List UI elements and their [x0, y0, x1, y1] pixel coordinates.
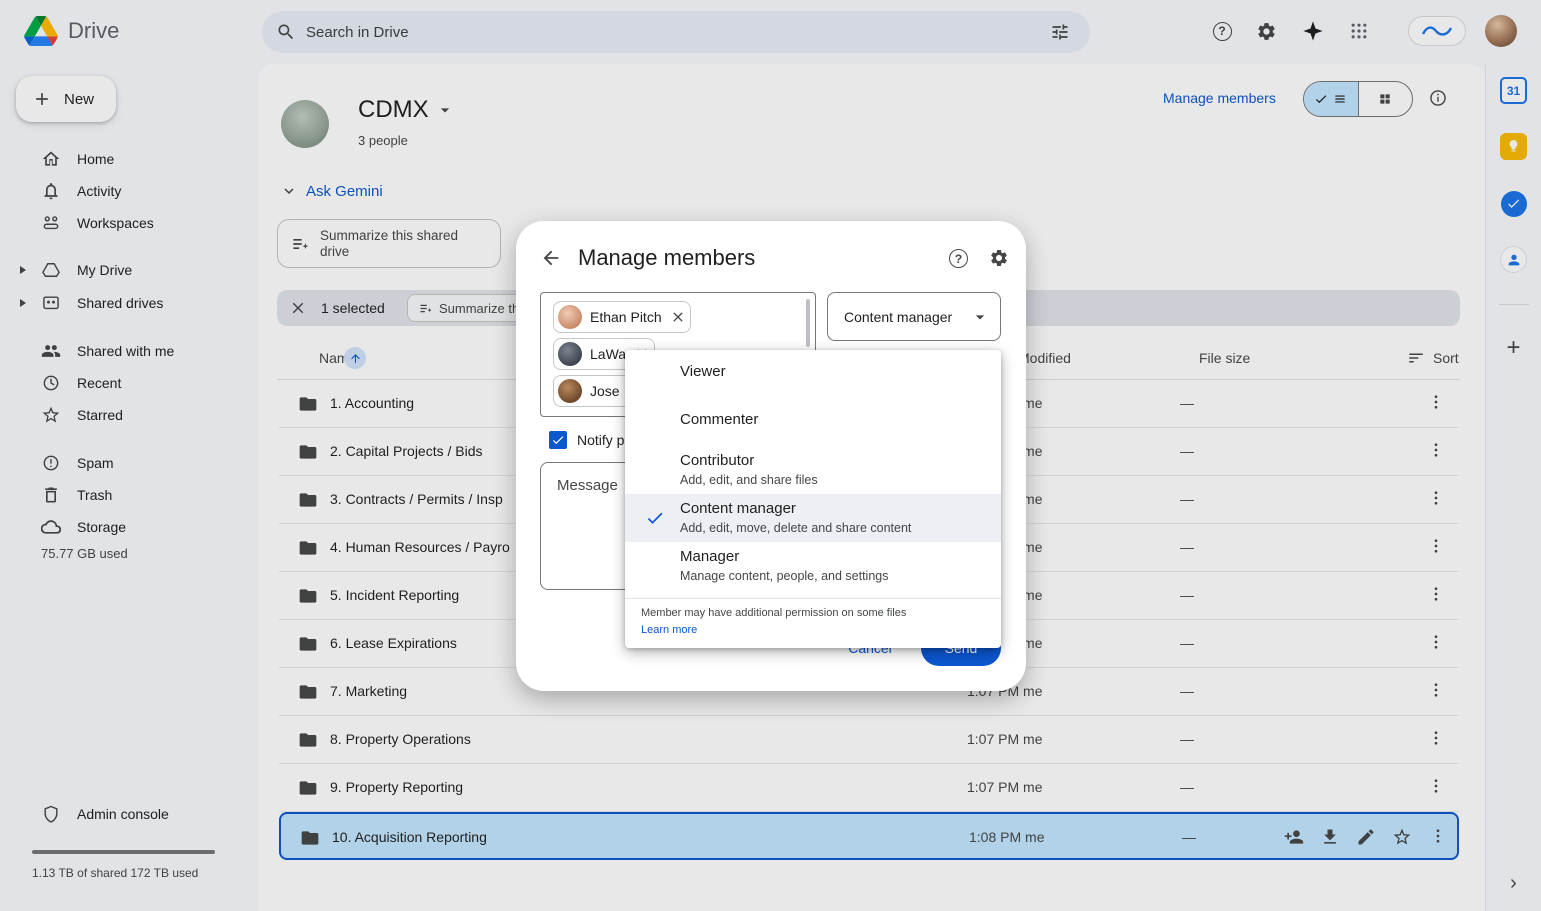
role-option-label: Commenter: [680, 411, 758, 428]
chip-avatar: [558, 379, 582, 403]
role-option-viewer[interactable]: Viewer: [625, 350, 1001, 398]
notify-checkbox[interactable]: [549, 431, 567, 449]
menu-divider: [625, 598, 1001, 599]
chip-avatar: [558, 342, 582, 366]
chip-name: Ethan Pitch: [590, 309, 662, 325]
recipient-chip[interactable]: Ethan Pitch: [553, 301, 691, 333]
help-icon[interactable]: ?: [949, 249, 968, 268]
role-selector-value: Content manager: [844, 309, 952, 325]
role-option-label: Content manager: [680, 500, 796, 517]
role-option-label: Manager: [680, 548, 739, 565]
dialog-title: Manage members: [578, 245, 755, 271]
role-option-description: Manage content, people, and settings: [680, 569, 888, 583]
chip-name: Jose: [590, 383, 620, 399]
role-menu: Viewer Commenter Contributor Add, edit, …: [625, 350, 1001, 648]
chip-avatar: [558, 305, 582, 329]
role-option-description: Add, edit, and share files: [680, 473, 818, 487]
role-option-content-manager[interactable]: Content manager Add, edit, move, delete …: [625, 494, 1001, 542]
role-selector-dropdown[interactable]: Content manager: [827, 292, 1001, 341]
role-option-label: Viewer: [680, 363, 726, 380]
scrollbar-thumb[interactable]: [806, 299, 810, 347]
role-option-description: Add, edit, move, delete and share conten…: [680, 521, 911, 535]
settings-gear-icon[interactable]: [989, 248, 1009, 268]
check-icon: [645, 508, 665, 528]
back-arrow-icon[interactable]: [540, 247, 562, 269]
role-option-contributor[interactable]: Contributor Add, edit, and share files: [625, 446, 1001, 494]
dropdown-caret-icon: [970, 307, 990, 327]
chip-remove-icon[interactable]: [670, 309, 686, 325]
role-option-manager[interactable]: Manager Manage content, people, and sett…: [625, 542, 1001, 590]
menu-footer-note: Member may have additional permission on…: [641, 607, 906, 619]
learn-more-link[interactable]: Learn more: [641, 624, 697, 636]
chip-name: LaWa: [590, 346, 626, 362]
role-option-label: Contributor: [680, 452, 754, 469]
role-option-commenter[interactable]: Commenter: [625, 398, 1001, 446]
